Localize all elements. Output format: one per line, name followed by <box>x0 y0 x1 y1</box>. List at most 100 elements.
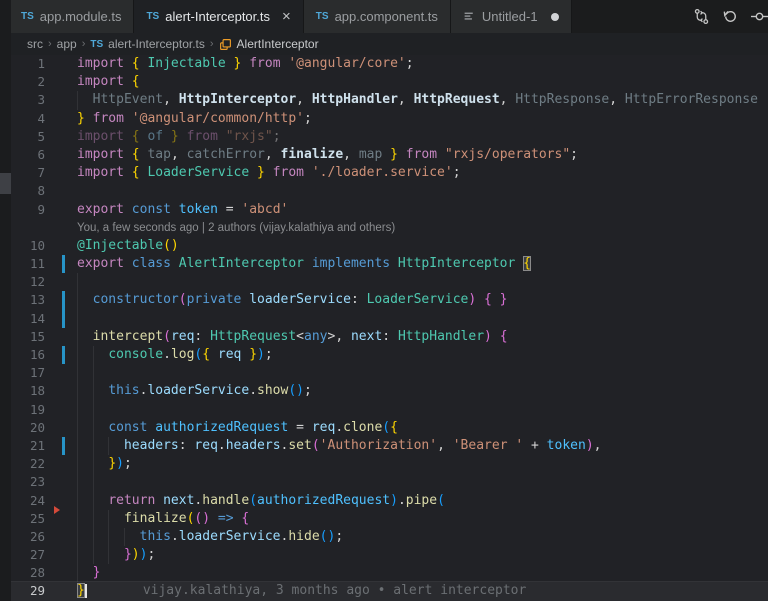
token: , <box>171 147 187 162</box>
gutter <box>45 382 75 400</box>
code-line[interactable]: 28 } <box>0 564 768 582</box>
token: , <box>335 329 351 344</box>
code-line[interactable]: 17 <box>0 364 768 382</box>
breadcrumb-item-file[interactable]: alert-Interceptor.ts <box>108 37 205 51</box>
git-compare-icon[interactable] <box>693 8 710 25</box>
discard-changes-icon[interactable] <box>722 8 739 25</box>
token: HttpEvent <box>93 92 163 107</box>
token: { <box>523 256 531 271</box>
gutter <box>45 110 75 128</box>
git-commit-icon[interactable] <box>751 8 768 25</box>
chevron-separator-icon: › <box>210 38 214 50</box>
code-line[interactable]: 21 headers: req.headers.set('Authorizati… <box>0 437 768 455</box>
code-line[interactable]: 15 intercept(req: HttpRequest<any>, next… <box>0 328 768 346</box>
code-line[interactable]: 10@Injectable() <box>0 237 768 255</box>
code-line[interactable]: 22 }); <box>0 455 768 473</box>
tab-app-module-ts[interactable]: TSapp.module.ts <box>9 0 134 33</box>
breadcrumb-item-symbol[interactable]: AlertInterceptor <box>237 37 319 51</box>
token: next <box>163 493 194 508</box>
token: import <box>77 129 132 144</box>
token: ; <box>304 383 312 398</box>
code-line[interactable]: 18 this.loaderService.show(); <box>0 382 768 400</box>
code-line[interactable]: 27 })); <box>0 546 768 564</box>
token: handle <box>202 493 249 508</box>
token: req <box>218 347 241 362</box>
code-content <box>75 401 768 419</box>
code-line[interactable]: 23 <box>0 473 768 491</box>
token: authorizedRequest <box>155 420 288 435</box>
code-line[interactable]: 19 <box>0 401 768 419</box>
token: req <box>312 420 335 435</box>
code-content: import { tap, catchError, finalize, map … <box>75 146 768 164</box>
gutter <box>45 582 75 600</box>
token: } <box>93 565 101 580</box>
code-line[interactable]: 26 this.loaderService.hide(); <box>0 528 768 546</box>
token: { <box>132 147 148 162</box>
code-line[interactable]: 8 <box>0 182 768 200</box>
token: HttpHandler <box>398 329 484 344</box>
token <box>77 565 93 580</box>
code-editor[interactable]: 1import { Injectable } from '@angular/co… <box>0 55 768 601</box>
indent-guide <box>124 528 125 546</box>
gutter <box>45 546 75 564</box>
tab-untitled-1[interactable]: Untitled-1 <box>451 0 572 33</box>
token: "rxjs/operators" <box>445 147 570 162</box>
token: of <box>147 129 163 144</box>
token: loaderService <box>249 292 351 307</box>
token: show <box>257 383 288 398</box>
token <box>77 292 93 307</box>
blame-annotation-row[interactable]: You, a few seconds ago | 2 authors (vija… <box>0 219 768 237</box>
code-content: constructor(private loaderService: Loade… <box>75 291 768 309</box>
code-content: console.log({ req }); <box>75 346 768 364</box>
indent-guide <box>77 273 78 291</box>
close-icon[interactable]: × <box>282 9 291 24</box>
indent-guide <box>77 364 78 382</box>
code-line[interactable]: 25 finalize(() => { <box>0 510 768 528</box>
indent-guide <box>108 437 109 455</box>
code-line[interactable]: 6import { tap, catchError, finalize, map… <box>0 146 768 164</box>
code-content <box>75 273 768 291</box>
tab-alert-interceptor-ts[interactable]: TSalert-Interceptor.ts× <box>134 0 303 33</box>
code-line[interactable]: 14 <box>0 310 768 328</box>
token: ) <box>390 493 398 508</box>
code-line[interactable]: 24 return next.handle(authorizedRequest)… <box>0 492 768 510</box>
indent-guide <box>77 91 78 109</box>
code-content: }); <box>75 455 768 473</box>
class-symbol-icon <box>219 38 232 51</box>
code-content: @Injectable() <box>75 237 768 255</box>
code-line[interactable]: 16 console.log({ req }); <box>0 346 768 364</box>
scrollbar-thumb[interactable] <box>0 173 11 194</box>
dirty-indicator[interactable] <box>551 13 559 21</box>
token: ; <box>335 529 343 544</box>
code-line[interactable]: 1import { Injectable } from '@angular/co… <box>0 55 768 73</box>
token: export <box>77 202 132 217</box>
code-line[interactable]: 2import { <box>0 73 768 91</box>
token: ) <box>468 292 476 307</box>
code-line[interactable]: 5import { of } from "rxjs"; <box>0 128 768 146</box>
code-line[interactable]: 7import { LoaderService } from './loader… <box>0 164 768 182</box>
code-line[interactable]: 20 const authorizedRequest = req.clone({ <box>0 419 768 437</box>
token: } <box>108 456 116 471</box>
indent-guide <box>93 346 94 364</box>
git-modified-bar <box>62 255 65 273</box>
token: import <box>77 165 132 180</box>
breadcrumb-item-app[interactable]: app <box>57 37 77 51</box>
gutter <box>45 328 75 346</box>
token: ; <box>453 165 461 180</box>
gitlens-inline-blame: vijay.kalathiya, 3 months ago • alert in… <box>87 583 527 598</box>
indent-guide <box>108 510 109 528</box>
code-line[interactable]: 11export class AlertInterceptor implemen… <box>0 255 768 273</box>
token: () <box>288 383 304 398</box>
token: from <box>241 56 288 71</box>
breadcrumb-item-src[interactable]: src <box>27 37 43 51</box>
code-line[interactable]: 12 <box>0 273 768 291</box>
tab-app-component-ts[interactable]: TSapp.component.ts <box>304 0 451 33</box>
code-line[interactable]: 4} from '@angular/common/http'; <box>0 110 768 128</box>
code-line[interactable]: 29}vijay.kalathiya, 3 months ago • alert… <box>0 582 768 600</box>
token: headers <box>226 438 281 453</box>
code-line[interactable]: 3 HttpEvent, HttpInterceptor, HttpHandle… <box>0 91 768 109</box>
code-line[interactable]: 9export const token = 'abcd' <box>0 201 768 219</box>
code-content: } from '@angular/common/http'; <box>75 110 768 128</box>
code-line[interactable]: 13 constructor(private loaderService: Lo… <box>0 291 768 309</box>
token: private <box>187 292 250 307</box>
